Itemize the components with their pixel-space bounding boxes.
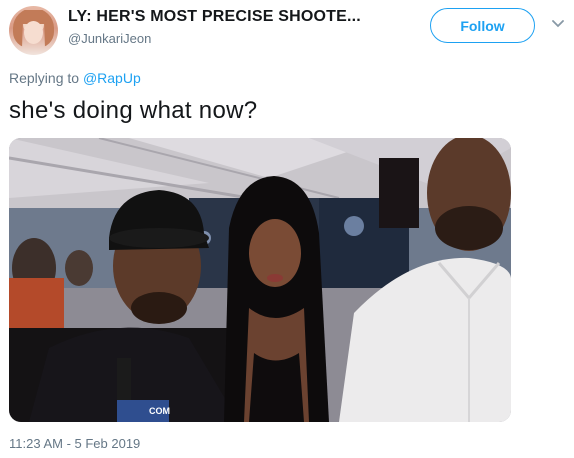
chevron-down-icon[interactable] (551, 17, 565, 31)
follow-button[interactable]: Follow (430, 8, 535, 43)
mic-flag-label: COM (149, 406, 170, 416)
tweet-timestamp[interactable]: 11:23 AM - 5 Feb 2019 (9, 436, 140, 451)
author-handle[interactable]: @JunkariJeon (68, 31, 151, 46)
photo-illustration: COM (9, 138, 511, 422)
tweet-photo[interactable]: COM (9, 138, 511, 422)
tweet-text: she's doing what now? (9, 97, 258, 124)
avatar[interactable] (9, 6, 58, 55)
author-display-name[interactable]: LY: HER'S MOST PRECISE SHOOTE... (68, 8, 361, 26)
avatar-face (24, 21, 43, 44)
tweet-card: LY: HER'S MOST PRECISE SHOOTE... @Junkar… (0, 0, 574, 458)
reply-mention-link[interactable]: @RapUp (83, 70, 141, 86)
replying-to: Replying to @RapUp (9, 70, 141, 86)
replying-prefix: Replying to (9, 70, 83, 86)
